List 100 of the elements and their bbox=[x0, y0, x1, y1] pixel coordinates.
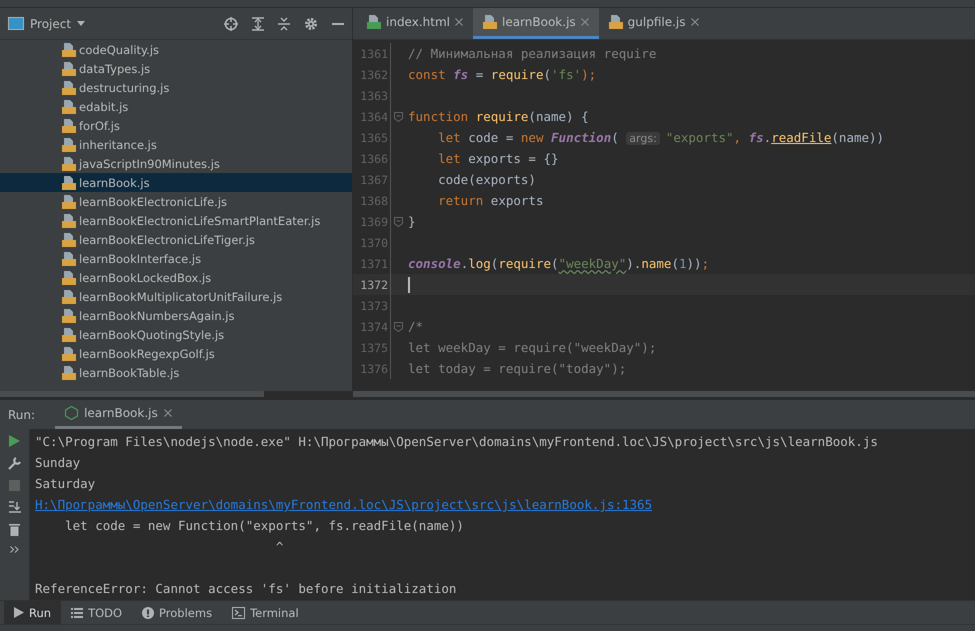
line-number: 1371 bbox=[359, 256, 388, 270]
close-icon[interactable] bbox=[164, 409, 172, 417]
js-file-icon bbox=[62, 138, 76, 152]
js-file-icon bbox=[62, 290, 76, 304]
dropdown-caret-icon[interactable] bbox=[77, 21, 86, 26]
file-tree-item[interactable]: learnBookElectronicLife.js bbox=[0, 192, 352, 211]
line-number: 1367 bbox=[359, 172, 388, 186]
tool-window-tab[interactable]: Problems bbox=[132, 601, 222, 624]
file-tree-item[interactable]: codeQuality.js bbox=[0, 40, 352, 59]
node-icon bbox=[65, 406, 78, 420]
file-tree-item[interactable]: learnBookElectronicLifeTiger.js bbox=[0, 230, 352, 249]
tool-window-tab[interactable]: TODO bbox=[61, 601, 132, 624]
editor-tab[interactable]: gulpfile.js bbox=[598, 8, 709, 39]
code-line: let code = new Function( args: "exports", fs.readFile(name)) bbox=[437, 130, 884, 145]
run-label: Run: bbox=[8, 408, 36, 422]
code-line: code(exports) bbox=[437, 172, 536, 187]
close-icon[interactable] bbox=[454, 18, 463, 26]
js-file-icon bbox=[482, 15, 497, 29]
code-line: let exports = {} bbox=[437, 151, 559, 166]
line-number: 1363 bbox=[359, 88, 388, 102]
console-output-line: "C:\Program Files\nodejs\node.exe" H:\Программы\OpenServer\domains\myFrontend.loc\JS\project\src\js\learnBook.js bbox=[35, 434, 879, 451]
line-number: 1374 bbox=[359, 320, 388, 334]
file-tree-item[interactable]: learnBookLockedBox.js bbox=[0, 268, 352, 287]
scrollbar-thumb[interactable] bbox=[0, 391, 264, 397]
window-icon bbox=[8, 17, 24, 30]
tool-window-tab[interactable]: Run bbox=[4, 601, 62, 624]
target-icon[interactable] bbox=[224, 16, 238, 30]
code-line: let weekDay = require("weekDay"); bbox=[407, 340, 656, 355]
line-number: 1366 bbox=[359, 152, 388, 166]
terminal-icon bbox=[232, 606, 246, 618]
js-file-icon bbox=[62, 308, 76, 322]
js-file-icon bbox=[62, 232, 76, 246]
line-number: 1364 bbox=[359, 110, 388, 124]
line-number: 1370 bbox=[359, 236, 388, 250]
file-tree-item[interactable]: edabit.js bbox=[0, 97, 352, 116]
file-tree-item[interactable]: inheritance.js bbox=[0, 135, 352, 154]
file-tree-item[interactable]: learnBookElectronicLifeSmartPlantEater.js bbox=[0, 211, 352, 230]
html-file-icon bbox=[367, 15, 381, 29]
file-tree-item[interactable]: learnBookTable.js bbox=[0, 363, 352, 382]
file-tree-item[interactable]: learnBookNumbersAgain.js bbox=[0, 306, 352, 325]
file-tree-item[interactable]: dataTypes.js bbox=[0, 59, 352, 78]
console-output-line: let code = new Function("exports", fs.readFile(name)) bbox=[64, 518, 465, 535]
play-icon[interactable] bbox=[9, 435, 20, 447]
collapse-all-icon[interactable] bbox=[278, 16, 290, 30]
trash-icon[interactable] bbox=[9, 523, 20, 536]
js-file-icon bbox=[62, 328, 76, 342]
scroll-to-end-icon[interactable] bbox=[8, 501, 20, 513]
editor-tab[interactable]: index.html bbox=[357, 8, 473, 39]
file-tree-item[interactable]: destructuring.js bbox=[0, 78, 352, 97]
file-tree-item[interactable]: learnBookInterface.js bbox=[0, 249, 352, 268]
expand-all-icon[interactable] bbox=[252, 16, 264, 30]
js-file-icon bbox=[608, 15, 623, 29]
editor-tab[interactable]: learnBook.js bbox=[472, 8, 599, 39]
line-number: 1376 bbox=[359, 362, 388, 376]
line-number: 1362 bbox=[359, 68, 388, 82]
fold-icon[interactable] bbox=[394, 216, 402, 226]
line-number: 1375 bbox=[359, 340, 388, 354]
code-line: function require(name) { bbox=[407, 109, 589, 124]
scrollbar-thumb[interactable] bbox=[353, 391, 975, 397]
code-line: console.log(require("weekDay").name(1)); bbox=[407, 256, 710, 271]
play-icon bbox=[14, 607, 24, 618]
console-output-line: Sunday bbox=[35, 455, 82, 472]
file-tree-item[interactable]: learnBookRegexpGolf.js bbox=[0, 344, 352, 363]
line-number: 1369 bbox=[359, 214, 388, 228]
code-line: const fs = require('fs'); bbox=[407, 67, 596, 82]
settings-icon[interactable] bbox=[304, 16, 318, 30]
file-tree-item[interactable]: learnBookMultiplicatorUnitFailure.js bbox=[0, 287, 352, 306]
js-file-icon bbox=[62, 62, 76, 76]
code-line: // Минимальная реализация require bbox=[407, 46, 656, 61]
wrench-icon[interactable] bbox=[8, 457, 21, 470]
minimize-icon[interactable] bbox=[332, 22, 344, 24]
more-icon[interactable] bbox=[10, 546, 19, 553]
file-tree-item[interactable]: forOf.js bbox=[0, 116, 352, 135]
console-output-line: ^ bbox=[274, 539, 284, 556]
line-number: 1365 bbox=[359, 130, 388, 144]
code-line: let today = require("today"); bbox=[407, 361, 626, 376]
line-number: 1372 bbox=[359, 278, 388, 292]
panel-title[interactable]: Project bbox=[30, 16, 72, 30]
close-icon[interactable] bbox=[580, 18, 589, 26]
js-file-icon bbox=[62, 80, 76, 94]
js-file-icon bbox=[62, 252, 76, 266]
fold-icon[interactable] bbox=[394, 322, 402, 332]
fold-icon[interactable] bbox=[394, 112, 402, 122]
js-file-icon bbox=[62, 194, 76, 208]
js-file-icon bbox=[62, 366, 76, 380]
js-file-icon bbox=[62, 156, 76, 170]
js-file-icon bbox=[62, 118, 76, 132]
line-number: 1368 bbox=[359, 194, 388, 208]
console-output-line: Saturday bbox=[35, 476, 96, 493]
line-number: 1373 bbox=[359, 298, 388, 312]
code-line: /* bbox=[407, 319, 424, 334]
code-line: return exports bbox=[437, 193, 544, 208]
exclamation-icon bbox=[142, 606, 154, 618]
list-icon bbox=[71, 608, 84, 618]
console-link[interactable]: H:\Программы\OpenServer\domains\myFrontend.loc\JS\project\src\js\learnBook.js:1365 bbox=[35, 497, 975, 518]
tool-window-tab[interactable]: Terminal bbox=[222, 601, 309, 624]
close-icon[interactable] bbox=[690, 18, 699, 26]
file-tree-item[interactable]: javaScriptIn90Minutes.js bbox=[0, 154, 352, 173]
file-tree-item[interactable]: learnBookQuotingStyle.js bbox=[0, 325, 352, 344]
file-tree-item[interactable]: learnBook.js bbox=[0, 173, 352, 192]
